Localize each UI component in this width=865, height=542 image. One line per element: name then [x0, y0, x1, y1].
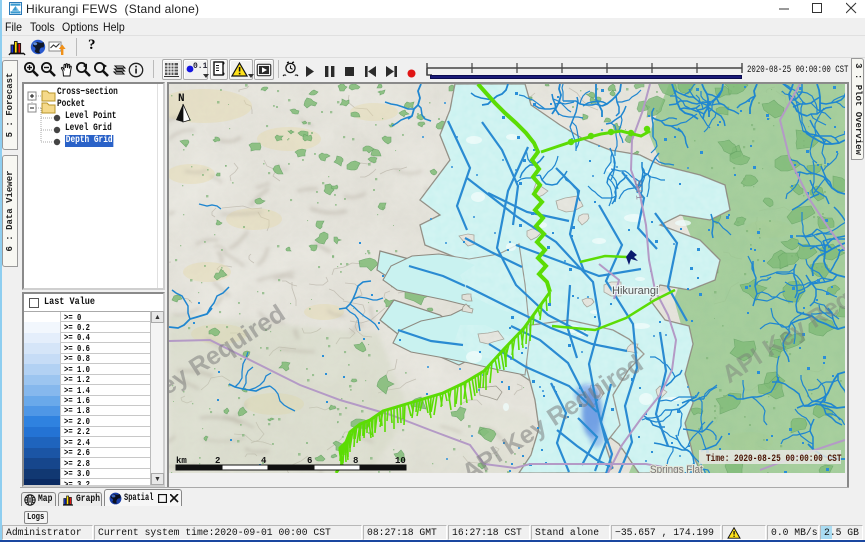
svg-text:Hikurangi: Hikurangi [612, 285, 658, 297]
svg-text:Time: 2020-08-25 00:00:00 CST: Time: 2020-08-25 00:00:00 CST [706, 453, 842, 464]
svg-text:N: N [178, 93, 185, 105]
svg-text:SH 1: SH 1 [633, 179, 645, 200]
svg-text:Springs Flat: Springs Flat [650, 465, 703, 473]
